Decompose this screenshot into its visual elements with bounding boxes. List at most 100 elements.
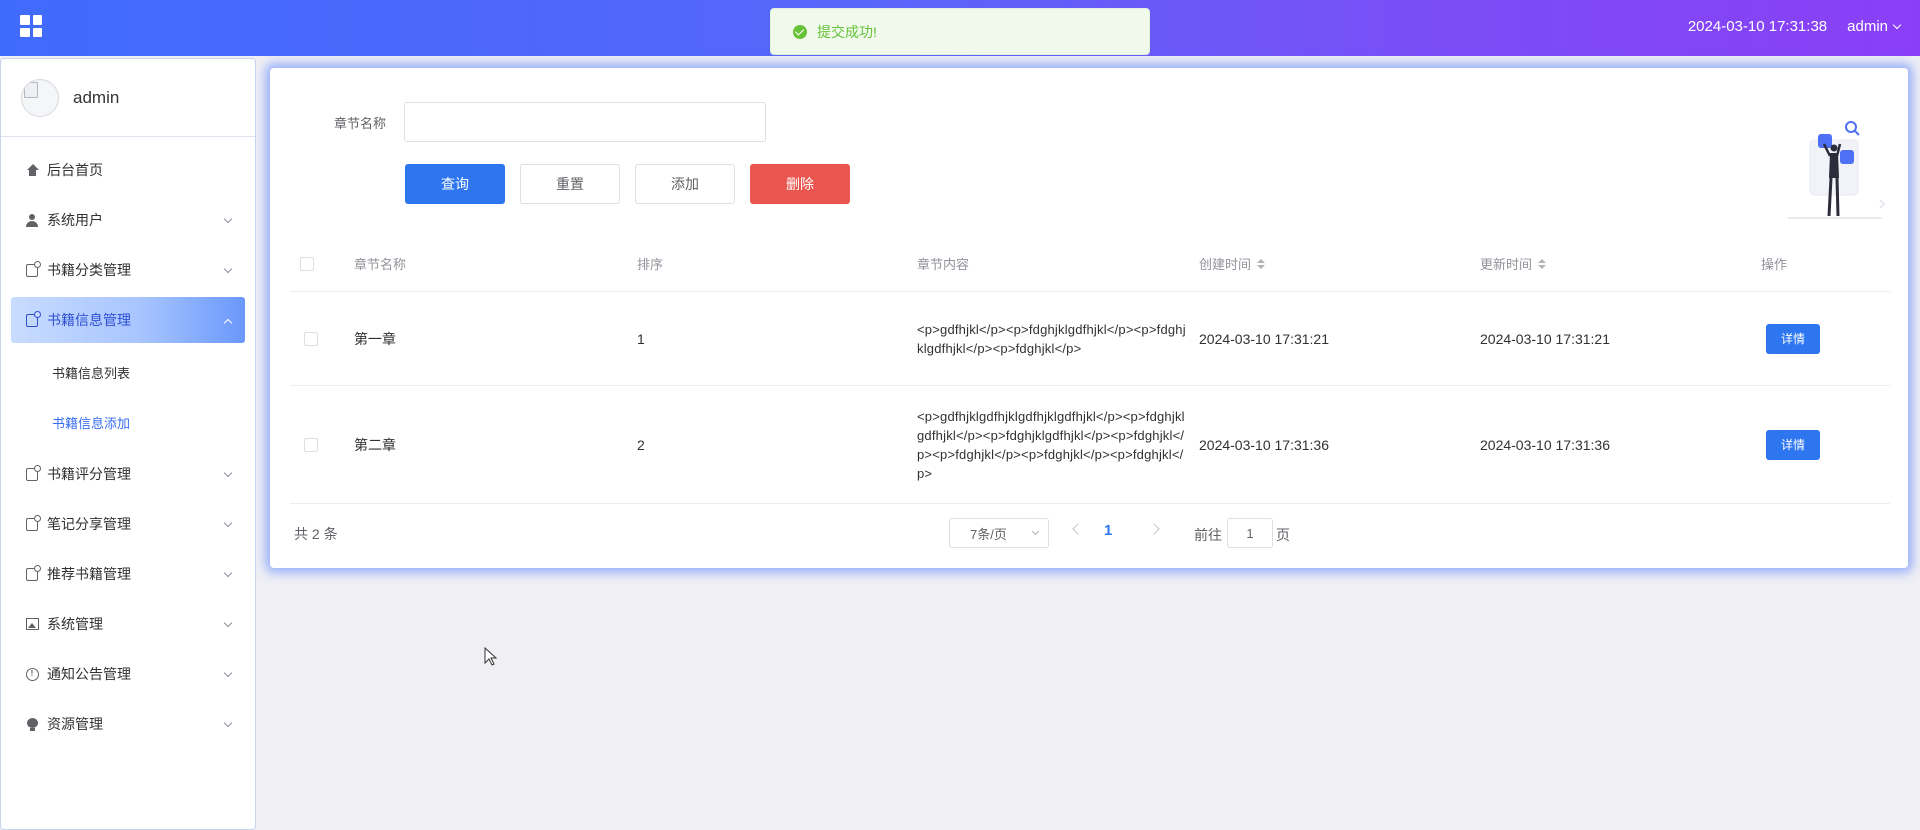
goto-page-input[interactable] [1227,518,1273,548]
header-username: admin [1847,18,1888,35]
detail-button[interactable]: 详情 [1766,429,1820,460]
sidebar-item-notice[interactable]: ! 通知公告管理 [11,651,245,697]
chevron-down-icon [223,618,233,628]
mouse-cursor-icon [484,647,498,666]
search-label: 章节名称 [334,116,387,131]
current-page-number[interactable]: 1 [1104,522,1112,539]
col-header-updated[interactable]: 更新时间 [1480,254,1761,273]
sort-icon[interactable] [1257,258,1266,269]
add-button[interactable]: 添加 [635,164,735,204]
select-all-checkbox[interactable] [300,256,314,271]
chevron-down-icon [223,518,233,528]
col-header-updated-label: 更新时间 [1480,257,1533,272]
sidebar-item-resources[interactable]: 资源管理 [11,701,245,747]
chevron-down-icon [223,568,233,578]
sidebar-item-book-rating[interactable]: 书籍评分管理 [11,451,245,497]
doc-icon [25,260,41,277]
page-size-value: 7条/页 [970,526,1007,542]
picture-icon [25,617,39,631]
sidebar-profile: admin [1,59,255,137]
sidebar: admin 后台首页 系统用户 书籍分类管理 书籍信息管理 书籍信息列表 书籍信… [0,58,256,830]
sidebar-item-notes[interactable]: 笔记分享管理 [11,501,245,547]
page-size-select[interactable]: 7条/页 [949,518,1049,548]
doc-icon [25,310,41,327]
chevron-down-icon [223,214,233,224]
chapter-name-input[interactable] [404,102,766,142]
profile-name: admin [73,87,120,107]
cell-order: 2 [637,436,645,453]
col-header-created[interactable]: 创建时间 [1199,254,1480,273]
sidebar-item-label: 书籍信息管理 [47,312,131,328]
prev-page-icon[interactable] [1072,523,1084,535]
sidebar-item-system-users[interactable]: 系统用户 [11,197,245,243]
user-icon [25,213,39,227]
sidebar-item-label: 资源管理 [47,716,103,732]
sidebar-item-label: 书籍分类管理 [47,262,131,278]
chevron-down-icon [1031,527,1040,536]
sidebar-item-label: 系统管理 [47,616,103,632]
chapter-table: 章节名称 排序 章节内容 创建时间 更新时间 操作 第一章 1 <p>gdfhj… [290,236,1890,504]
sidebar-subitem-book-add[interactable]: 书籍信息添加 [1,397,255,447]
chevron-up-icon [223,318,233,328]
header-right: 2024-03-10 17:31:38 admin [1687,18,1902,35]
doc-icon [25,464,41,481]
toast-message: 提交成功! [817,23,877,40]
sort-icon[interactable] [1538,258,1547,269]
col-header-name: 章节名称 [354,257,407,272]
detail-button[interactable]: 详情 [1766,323,1820,354]
cell-name: 第一章 [354,330,396,347]
sidebar-item-system[interactable]: 系统管理 [11,601,245,647]
pagination-total: 共 2 条 [294,526,338,542]
sidebar-item-label: 通知公告管理 [47,666,131,682]
user-dropdown[interactable]: admin [1847,18,1902,35]
sidebar-item-label: 后台首页 [47,162,103,178]
cell-updated: 2024-03-10 17:31:36 [1480,436,1610,453]
header-datetime: 2024-03-10 17:31:38 [1687,18,1828,35]
cell-updated: 2024-03-10 17:31:21 [1480,330,1610,347]
delete-button[interactable]: 删除 [750,164,850,204]
sidebar-item-home[interactable]: 后台首页 [11,147,245,193]
house-icon [25,163,39,177]
cell-content: <p>gdfhjklgdfhjklgdfhjklgdfhjkl</p><p>fd… [917,408,1185,481]
col-header-order: 排序 [637,257,664,272]
bulb-icon [25,717,39,731]
cell-created: 2024-03-10 17:31:36 [1199,436,1329,453]
chevron-down-icon [1892,20,1902,29]
cell-created: 2024-03-10 17:31:21 [1199,330,1329,347]
col-header-content: 章节内容 [917,257,970,272]
goto-suffix: 页 [1276,527,1290,543]
avatar [21,78,59,117]
table-row: 第二章 2 <p>gdfhjklgdfhjklgdfhjklgdfhjkl</p… [290,386,1890,504]
cell-name: 第二章 [354,436,396,453]
info-icon: ! [25,667,39,681]
cell-content: <p>gdfhjkl</p><p>fdghjklgdfhjkl</p><p>fd… [917,321,1186,356]
search-illustration [1788,121,1886,219]
sidebar-item-label: 推荐书籍管理 [47,566,131,582]
doc-icon [25,564,41,581]
doc-icon [25,514,41,531]
next-page-icon[interactable] [1148,523,1160,535]
success-toast: 提交成功! [770,8,1150,55]
col-header-action: 操作 [1761,257,1788,272]
sidebar-item-recommend[interactable]: 推荐书籍管理 [11,551,245,597]
sidebar-item-book-category[interactable]: 书籍分类管理 [11,247,245,293]
chevron-down-icon [223,718,233,728]
goto-label: 前往 [1194,527,1222,543]
table-header: 章节名称 排序 章节内容 创建时间 更新时间 操作 [290,236,1890,292]
sidebar-item-label: 笔记分享管理 [47,516,131,532]
chevron-down-icon [223,264,233,274]
sidebar-item-label: 书籍评分管理 [47,466,131,482]
cell-order: 1 [637,330,645,347]
success-check-icon [793,24,807,39]
row-checkbox[interactable] [304,331,318,346]
col-header-created-label: 创建时间 [1199,257,1252,272]
sidebar-item-label: 系统用户 [47,212,103,228]
chevron-down-icon [223,468,233,478]
reset-button[interactable]: 重置 [520,164,620,204]
table-row: 第一章 1 <p>gdfhjkl</p><p>fdghjklgdfhjkl</p… [290,292,1890,386]
query-button[interactable]: 查询 [405,164,505,204]
sidebar-item-book-info[interactable]: 书籍信息管理 [11,297,245,343]
sidebar-subitem-book-list[interactable]: 书籍信息列表 [1,347,255,397]
row-checkbox[interactable] [304,437,318,452]
chevron-down-icon [223,668,233,678]
